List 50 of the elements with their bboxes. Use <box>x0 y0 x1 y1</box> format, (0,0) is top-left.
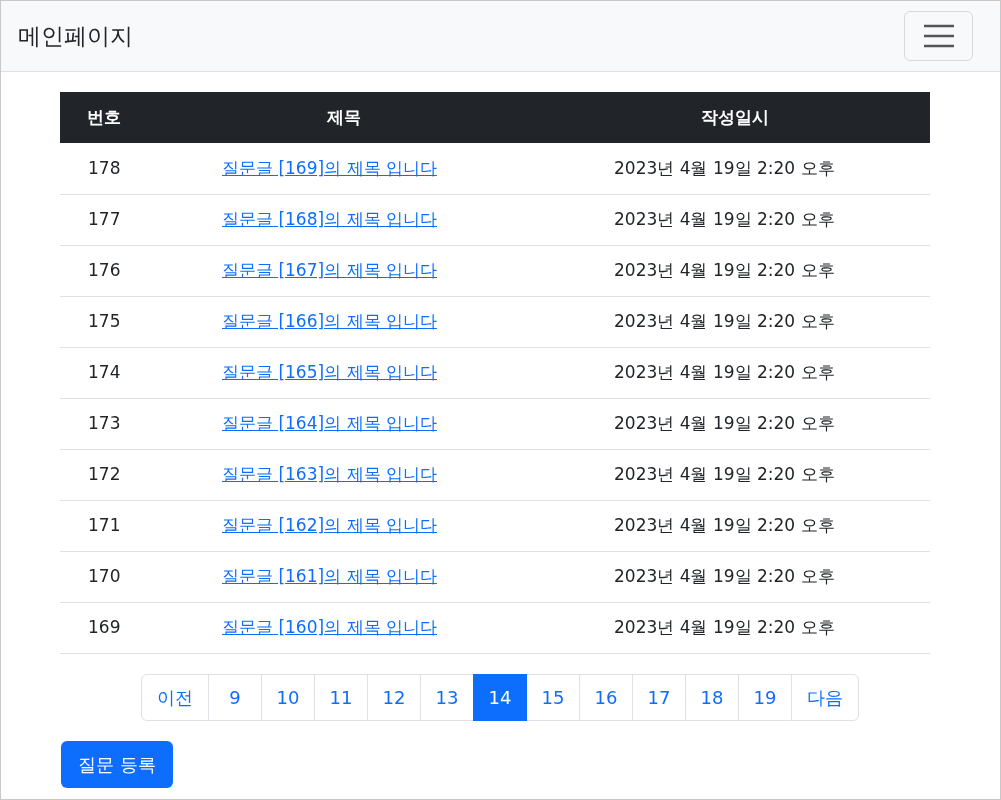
register-question-button[interactable]: 질문 등록 <box>61 740 173 788</box>
menu-icon <box>922 24 955 48</box>
page-link[interactable]: 19 <box>738 673 792 721</box>
navbar-brand[interactable]: 메인페이지 <box>18 18 133 54</box>
question-link[interactable]: 질문글 [160]의 제목 입니다 <box>222 616 437 637</box>
page-link[interactable]: 12 <box>367 673 421 721</box>
page-link[interactable]: 17 <box>632 673 686 721</box>
table-cell: 2023년 4월 19일 2:20 오후 <box>540 296 930 347</box>
question-link[interactable]: 질문글 [166]의 제목 입니다 <box>222 310 437 331</box>
table-cell: 173 <box>60 398 148 449</box>
page-link[interactable]: 13 <box>420 673 474 721</box>
question-link[interactable]: 질문글 [168]의 제목 입니다 <box>222 208 437 229</box>
table-cell: 2023년 4월 19일 2:20 오후 <box>540 245 930 296</box>
column-header: 번호 <box>60 92 148 143</box>
question-link[interactable]: 질문글 [164]의 제목 입니다 <box>222 412 437 433</box>
table-cell: 172 <box>60 449 148 500</box>
page-link[interactable]: 9 <box>208 673 262 721</box>
question-link[interactable]: 질문글 [165]의 제목 입니다 <box>222 361 437 382</box>
table-cell: 170 <box>60 551 148 602</box>
page-link[interactable]: 15 <box>526 673 580 721</box>
table-cell: 178 <box>60 143 148 194</box>
question-link[interactable]: 질문글 [167]의 제목 입니다 <box>222 259 437 280</box>
table-cell: 2023년 4월 19일 2:20 오후 <box>540 347 930 398</box>
page-link[interactable]: 10 <box>261 673 315 721</box>
table-cell: 2023년 4월 19일 2:20 오후 <box>540 143 930 194</box>
page-link[interactable]: 16 <box>579 673 633 721</box>
table-cell: 2023년 4월 19일 2:20 오후 <box>540 602 930 653</box>
table-cell: 2023년 4월 19일 2:20 오후 <box>540 551 930 602</box>
table-cell: 174 <box>60 347 148 398</box>
table-cell: 2023년 4월 19일 2:20 오후 <box>540 500 930 551</box>
table-cell: 171 <box>60 500 148 551</box>
question-link[interactable]: 질문글 [163]의 제목 입니다 <box>222 463 437 484</box>
question-link[interactable]: 질문글 [162]의 제목 입니다 <box>222 514 437 535</box>
page-link[interactable]: 다음 <box>791 673 859 721</box>
question-link[interactable]: 질문글 [169]의 제목 입니다 <box>222 157 437 178</box>
table-cell: 176 <box>60 245 148 296</box>
column-header: 제목 <box>148 92 540 143</box>
table-cell: 2023년 4월 19일 2:20 오후 <box>540 449 930 500</box>
table-cell: 169 <box>60 602 148 653</box>
page-link[interactable]: 11 <box>314 673 368 721</box>
table-cell: 2023년 4월 19일 2:20 오후 <box>540 398 930 449</box>
menu-toggle-button[interactable] <box>904 11 973 61</box>
page-link[interactable]: 이전 <box>141 673 209 721</box>
table-cell: 2023년 4월 19일 2:20 오후 <box>540 194 930 245</box>
column-header: 작성일시 <box>540 92 930 143</box>
table-cell: 175 <box>60 296 148 347</box>
table-cell: 177 <box>60 194 148 245</box>
question-link[interactable]: 질문글 [161]의 제목 입니다 <box>222 565 437 586</box>
page-link[interactable]: 14 <box>473 673 527 721</box>
page-link[interactable]: 18 <box>685 673 739 721</box>
